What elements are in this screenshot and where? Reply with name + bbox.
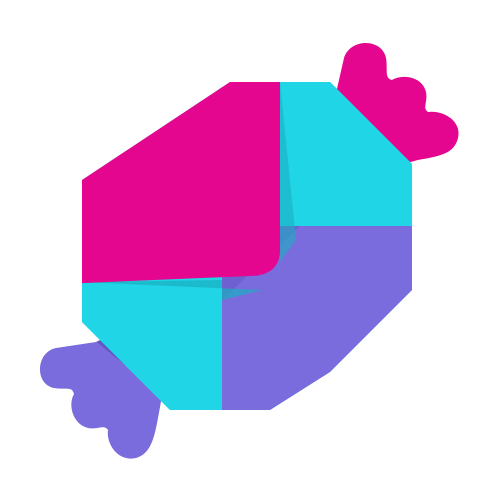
logo-canvas <box>0 0 500 500</box>
candy-envelope-icon <box>39 43 459 459</box>
